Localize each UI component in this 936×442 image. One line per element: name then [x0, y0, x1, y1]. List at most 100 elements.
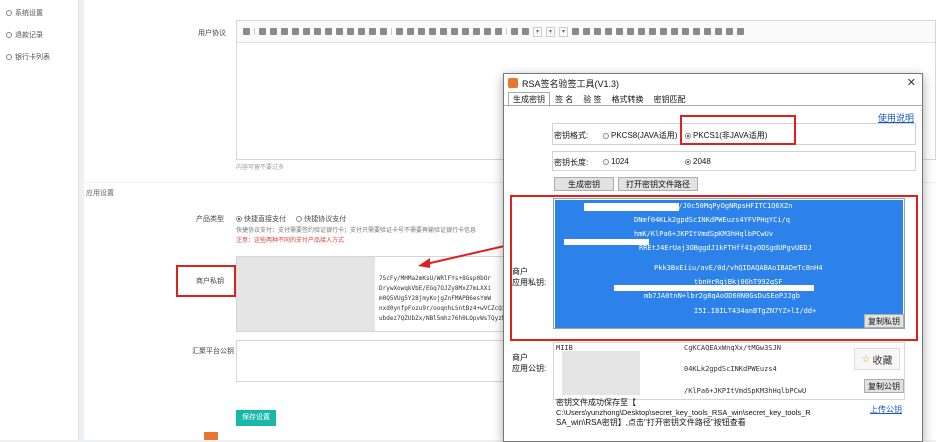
editor-hint: 内容可留不要过多: [236, 164, 285, 171]
toolbar-divider: [506, 28, 507, 35]
generate-key-button[interactable]: 生成密钥: [554, 177, 614, 191]
indent-icon[interactable]: [583, 28, 591, 35]
sidebar-item-label: 退款记录: [15, 31, 43, 39]
collect-badge[interactable]: ☆ 收藏: [854, 348, 900, 370]
open-key-path-button[interactable]: 打开密钥文件路径: [618, 177, 698, 191]
status-line: C:\Users\yunzhong\Desktop\secret_key_too…: [556, 408, 811, 417]
private-key-line: Pkk3BxEiiu/avE/0d/vhQIDAQABAoIBADeTc8nH4: [654, 264, 823, 272]
app-icon: [508, 78, 518, 88]
toolbar-divider: [391, 28, 392, 35]
radio-pkcs8[interactable]: PKCS8(JAVA适用): [603, 130, 677, 141]
unordered-list-icon[interactable]: [380, 28, 387, 35]
star-icon: ☆: [861, 353, 871, 365]
underline-icon[interactable]: [303, 28, 310, 35]
search-replace-icon[interactable]: [693, 28, 701, 35]
radio-2048[interactable]: 2048: [685, 157, 711, 166]
length-label: 密钥长度:: [554, 158, 589, 167]
font-color-icon[interactable]: [347, 28, 354, 35]
align-right-icon[interactable]: [418, 28, 425, 35]
public-key-textarea[interactable]: MIIB CgKCAQEAxWnqXx/tMGw3SJN 04KLk2gpdSc…: [553, 342, 905, 400]
align-justify-icon[interactable]: [429, 28, 436, 35]
save-button[interactable]: 保存设置: [236, 410, 276, 426]
dialog-title: RSA签名验签工具(V1.3): [522, 78, 620, 89]
time-icon[interactable]: [671, 28, 679, 35]
redacted-area: [237, 257, 375, 331]
merchant-key-line: nxd0ynfpFozu9r/ooqnhLSntBz4+wVCZcQzJJG: [379, 305, 517, 312]
private-key-label-line1: 商户: [512, 267, 528, 276]
map-icon[interactable]: [627, 28, 635, 35]
date-icon[interactable]: [660, 28, 668, 35]
highlight-icon[interactable]: [358, 28, 365, 35]
link-icon[interactable]: [473, 28, 480, 35]
private-key-line: RREtJ4ErUaj3OBggdJ1kFTHff41yODSgdUPgvUED…: [639, 244, 812, 252]
copy-public-key-button[interactable]: 复制公钥: [864, 379, 904, 393]
emoji-icon[interactable]: [616, 28, 624, 35]
status-message: 密钥文件成功保存至【 C:\Users\yunzhong\Desktop\sec…: [556, 398, 856, 428]
radio-agreement-pay[interactable]: 快捷协议支付: [296, 215, 346, 223]
radio-checked-icon: [685, 158, 691, 165]
code-icon[interactable]: [451, 28, 458, 35]
bold-icon[interactable]: [281, 28, 288, 35]
strikethrough-icon[interactable]: [314, 28, 321, 35]
upload-public-key-link[interactable]: 上传公钥: [870, 404, 902, 415]
tab-divider: [504, 105, 922, 106]
undo-icon[interactable]: [259, 28, 266, 35]
sidebar-item-system-settings[interactable]: 系统设置: [6, 8, 43, 18]
copy-private-key-button[interactable]: 复制私钥: [864, 314, 904, 328]
public-key-label-line1: 商户: [512, 353, 528, 362]
font-size-select[interactable]: ▾: [559, 26, 569, 37]
align-center-icon[interactable]: [407, 28, 414, 35]
preview-icon[interactable]: [704, 28, 712, 35]
unlink-icon[interactable]: [484, 28, 491, 35]
anchor-icon[interactable]: [495, 28, 502, 35]
align-left-icon[interactable]: [396, 28, 403, 35]
status-line: SA_win\RSA密钥】,点击"打开密钥文件路径"按钮查看: [556, 418, 746, 427]
highlight-box-pkcs1: [680, 115, 796, 145]
product-type-warning: 注意：这些两种不同的支付产品接入方式: [236, 237, 345, 244]
italic-icon[interactable]: [292, 28, 299, 35]
platform-key-label: 汇聚平台公钥: [192, 347, 234, 355]
product-type-radio-group: 快捷直接支付 快捷协议支付: [236, 214, 346, 224]
private-key-line: DNmf04KLk2gpdScINKdPWEuzs4YFVPHqYCi/q: [634, 216, 790, 224]
superscript-icon[interactable]: [325, 28, 332, 35]
sidebar-item-refund-records[interactable]: 退款记录: [6, 30, 43, 40]
section-title: 应用设置: [86, 189, 114, 197]
horizontal-rule-icon[interactable]: [649, 28, 657, 35]
paragraph-format-select[interactable]: ▾: [533, 26, 543, 37]
radio-unchecked-icon: [603, 132, 609, 139]
radio-direct-pay[interactable]: 快捷直接支付: [236, 215, 286, 223]
quote-icon[interactable]: [440, 28, 447, 35]
ordered-list-icon[interactable]: [369, 28, 376, 35]
attachment-icon[interactable]: [638, 28, 646, 35]
paragraph-icon[interactable]: [511, 28, 518, 35]
status-line: 密钥文件成功保存至【: [556, 398, 636, 407]
radio-1024[interactable]: 1024: [603, 157, 629, 166]
close-button[interactable]: ✕: [907, 76, 916, 89]
private-key-line: tbnHrRqjBkj06hT992qSF: [694, 278, 783, 286]
source-icon[interactable]: [243, 28, 250, 35]
clear-format-icon[interactable]: [737, 28, 745, 35]
direction-icon[interactable]: [572, 28, 580, 35]
public-key-label-line2: 应用公钥:: [512, 364, 547, 373]
image-icon[interactable]: [594, 28, 602, 35]
sidebar-item-bank-cards[interactable]: 银行卡列表: [6, 52, 50, 62]
merchant-key-line: 7ScFy/MHMa2mKsU/WRlFYs+8Gsp0bOr: [379, 275, 491, 282]
font-family-select[interactable]: ▾: [546, 26, 556, 37]
redo-icon[interactable]: [270, 28, 277, 35]
redacted-block: [564, 239, 649, 245]
platform-key-textarea[interactable]: [236, 340, 506, 382]
collect-label: 收藏: [872, 355, 893, 367]
heading-icon[interactable]: [522, 28, 529, 35]
subscript-icon[interactable]: [336, 28, 343, 35]
public-key-line: MIIB: [556, 344, 573, 352]
product-type-desc: 快捷协议支付：支付需要签约验证银行卡；支付只需要验证卡号不需要再输验证银行卡信息: [236, 227, 477, 234]
table-icon[interactable]: [462, 28, 469, 35]
video-icon[interactable]: [605, 28, 613, 35]
sidebar: 系统设置 退款记录 银行卡列表: [0, 0, 79, 440]
special-char-icon[interactable]: [682, 28, 690, 35]
private-key-label-line2: 应用私钥:: [512, 278, 547, 287]
print-icon[interactable]: [715, 28, 723, 35]
fullscreen-icon[interactable]: [726, 28, 734, 35]
private-key-textarea[interactable]: DID5cUN/J0c50MqPyOgNRpsHFITC1Q6XZn DNmf0…: [553, 198, 905, 329]
merchant-key-line: DrywXowqkVbE/EGq7OJZy8MxZ7mLXXi: [379, 285, 491, 292]
